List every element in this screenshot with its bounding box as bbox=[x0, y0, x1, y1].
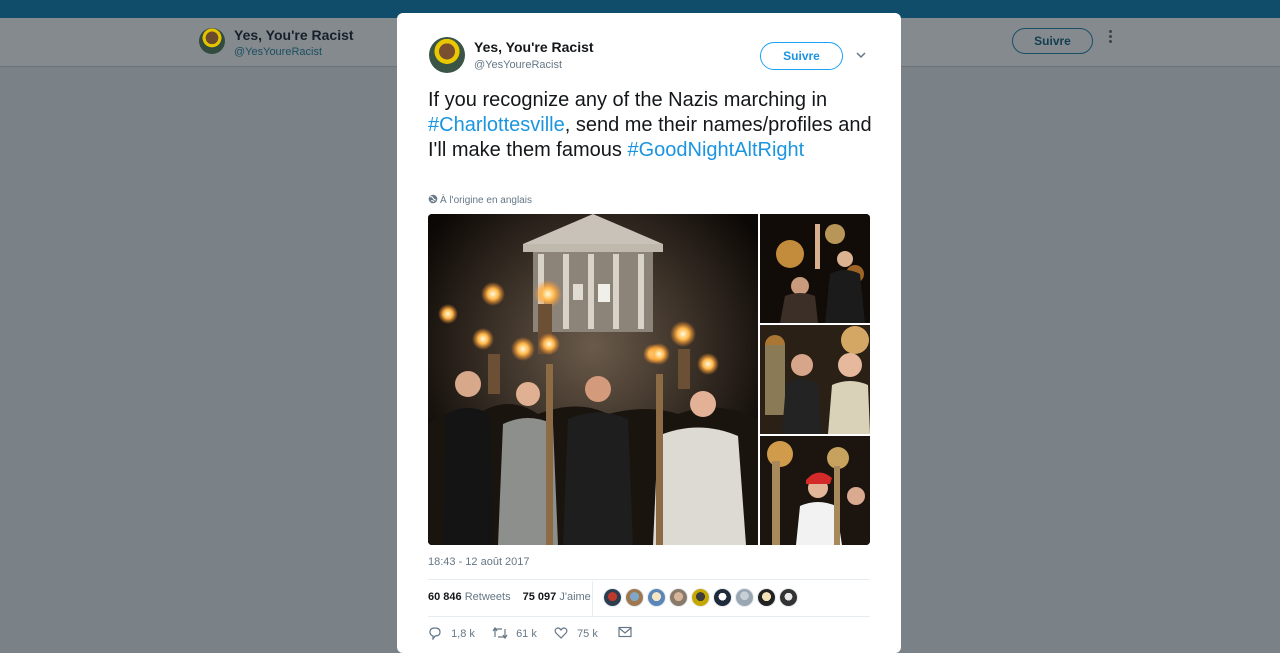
retweet-count: 61 k bbox=[516, 628, 537, 640]
reply-count: 1,8 k bbox=[451, 628, 475, 640]
chevron-down-icon[interactable] bbox=[855, 49, 867, 61]
translation-text: À l'origine en anglais bbox=[440, 195, 532, 206]
liker-avatar[interactable] bbox=[625, 588, 644, 607]
reply-icon bbox=[429, 627, 441, 641]
liker-avatar[interactable] bbox=[669, 588, 688, 607]
background-profile-handle: @YesYoureRacist bbox=[234, 46, 323, 58]
translation-note: À l'origine en anglais bbox=[428, 194, 532, 206]
media-grid bbox=[428, 214, 870, 545]
background-follow-button[interactable]: Suivre bbox=[1012, 28, 1093, 54]
retweets-count[interactable]: 60 846 bbox=[428, 591, 462, 603]
photo-secondary-3[interactable] bbox=[760, 436, 870, 545]
photo-main[interactable] bbox=[428, 214, 758, 545]
divider bbox=[428, 579, 870, 580]
background-avatar bbox=[199, 28, 225, 54]
heart-icon bbox=[554, 627, 568, 639]
photo-secondary-2[interactable] bbox=[760, 325, 870, 434]
tweet-text-part: If you recognize any of the Nazis marchi… bbox=[428, 89, 828, 111]
retweets-label[interactable]: Retweets bbox=[465, 591, 511, 603]
tweet-text: If you recognize any of the Nazis marchi… bbox=[428, 88, 878, 163]
liker-avatar[interactable] bbox=[647, 588, 666, 607]
likes-count[interactable]: 75 097 bbox=[523, 591, 557, 603]
follow-button[interactable]: Suivre bbox=[760, 42, 843, 70]
envelope-icon bbox=[618, 626, 632, 638]
liker-avatar[interactable] bbox=[691, 588, 710, 607]
timestamp[interactable]: 18:43 - 12 août 2017 bbox=[428, 556, 530, 568]
divider bbox=[428, 616, 870, 617]
hashtag-charlottesville[interactable]: #Charlottesville bbox=[428, 114, 565, 136]
divider bbox=[592, 581, 593, 617]
liker-avatar[interactable] bbox=[603, 588, 622, 607]
hashtag-goodnightaltright[interactable]: #GoodNightAltRight bbox=[627, 139, 804, 161]
liker-avatar[interactable] bbox=[735, 588, 754, 607]
retweet-icon bbox=[492, 626, 508, 640]
liker-avatar[interactable] bbox=[757, 588, 776, 607]
author-handle[interactable]: @YesYoureRacist bbox=[474, 59, 562, 71]
globe-icon bbox=[428, 194, 438, 204]
author-name[interactable]: Yes, You're Racist bbox=[474, 39, 594, 55]
background-profile-name: Yes, You're Racist bbox=[234, 27, 354, 43]
liker-avatar[interactable] bbox=[779, 588, 798, 607]
like-count: 75 k bbox=[577, 628, 598, 640]
photo-secondary-1[interactable] bbox=[760, 214, 870, 323]
more-dots-icon[interactable] bbox=[1108, 30, 1114, 48]
tweet-modal: Yes, You're Racist @YesYoureRacist Suivr… bbox=[397, 13, 901, 653]
liker-avatar[interactable] bbox=[713, 588, 732, 607]
tweet-stats: 60 846 Retweets 75 097 J'aime bbox=[428, 591, 591, 603]
avatar[interactable] bbox=[429, 37, 465, 73]
likes-label[interactable]: J'aime bbox=[559, 591, 590, 603]
